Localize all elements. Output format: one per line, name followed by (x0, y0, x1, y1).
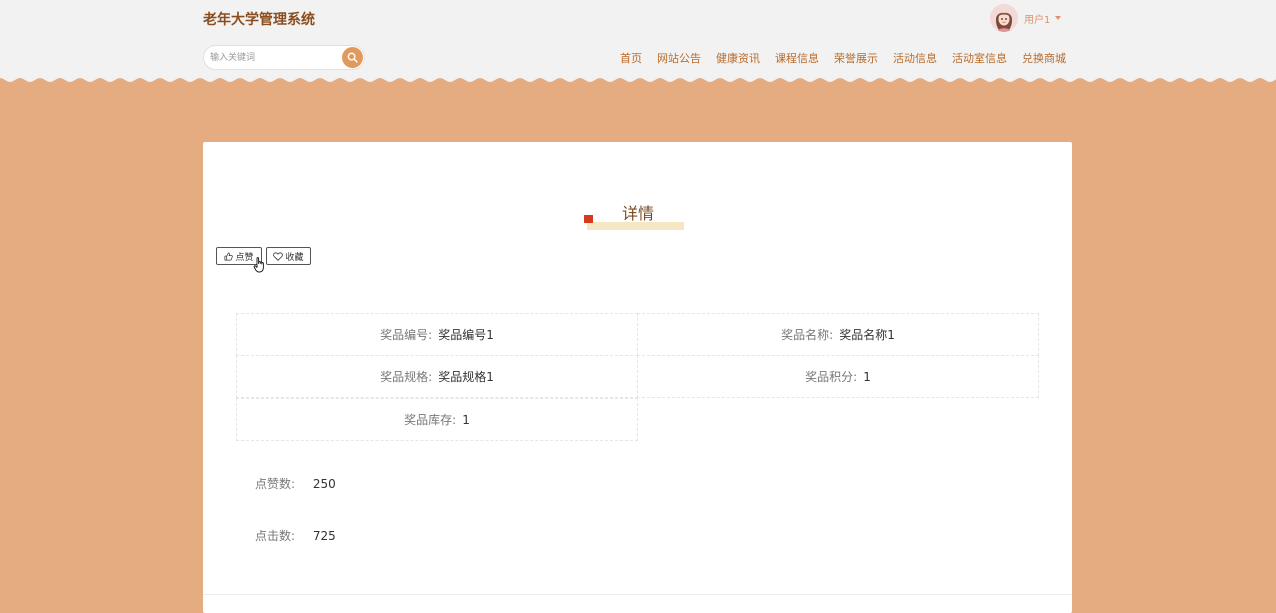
user-menu[interactable]: 用户1 (990, 4, 1062, 32)
nav-home[interactable]: 首页 (620, 52, 642, 66)
nav-activity-rooms[interactable]: 活动室信息 (952, 52, 1007, 66)
nav-announcements[interactable]: 网站公告 (657, 52, 701, 66)
field-label: 奖品名称: (781, 328, 834, 342)
field-value: 1 (863, 369, 871, 384)
panel-divider (203, 594, 1072, 595)
heart-icon (273, 251, 284, 261)
field-prize-stock: 奖品库存: 1 (236, 398, 638, 441)
nav-health-news[interactable]: 健康资讯 (716, 52, 760, 66)
stat-label: 点赞数: (255, 477, 296, 491)
search-button[interactable] (342, 47, 363, 68)
stat-value: 250 (312, 477, 336, 491)
field-label: 奖品规格: (380, 370, 433, 384)
search-box (203, 45, 365, 70)
main-nav: 首页 网站公告 健康资讯 课程信息 荣誉展示 活动信息 活动室信息 兑换商城 (620, 52, 1066, 66)
field-value: 1 (462, 412, 470, 427)
field-prize-name: 奖品名称: 奖品名称1 (637, 313, 1039, 356)
header-wave (0, 74, 1276, 82)
like-label: 点赞 (235, 252, 254, 263)
field-prize-number: 奖品编号: 奖品编号1 (236, 313, 638, 356)
search-icon (347, 52, 358, 63)
favorite-label: 收藏 (285, 252, 304, 263)
user-name[interactable]: 用户1 (1024, 11, 1050, 26)
stat-clicks: 点击数: 725 (255, 527, 336, 544)
field-prize-spec: 奖品规格: 奖品规格1 (236, 355, 638, 398)
nav-honors[interactable]: 荣誉展示 (834, 52, 878, 66)
nav-activities[interactable]: 活动信息 (893, 52, 937, 66)
stat-likes: 点赞数: 250 (255, 475, 336, 492)
title-flag-icon (584, 215, 593, 223)
field-prize-points: 奖品积分: 1 (637, 355, 1039, 398)
site-title: 老年大学管理系统 (203, 12, 315, 28)
field-value: 奖品名称1 (839, 328, 895, 342)
nav-courses[interactable]: 课程信息 (775, 52, 819, 66)
header: 老年大学管理系统 首页 网站公告 健康资讯 课程信息 荣誉展示 活动信息 活动室… (0, 0, 1276, 78)
stat-label: 点击数: (255, 529, 296, 543)
caret-down-icon[interactable] (1055, 16, 1062, 20)
favorite-button[interactable]: 收藏 (266, 247, 311, 265)
field-value: 奖品编号1 (438, 328, 494, 342)
field-value: 奖品规格1 (438, 370, 494, 384)
field-label: 奖品积分: (805, 370, 858, 384)
detail-title: 详情 (622, 204, 655, 223)
thumbs-up-icon (225, 252, 234, 260)
search-input[interactable] (210, 50, 342, 66)
field-label: 奖品库存: (404, 413, 457, 427)
avatar[interactable] (990, 4, 1018, 32)
hand-cursor-icon (253, 257, 264, 273)
detail-panel: 详情 点赞 收藏 奖品编号: 奖品编号1 奖品名称: 奖品名称1 奖品规格: 奖… (203, 142, 1072, 613)
stat-value: 725 (312, 529, 336, 543)
field-label: 奖品编号: (380, 328, 433, 342)
nav-exchange-mall[interactable]: 兑换商城 (1022, 52, 1066, 66)
